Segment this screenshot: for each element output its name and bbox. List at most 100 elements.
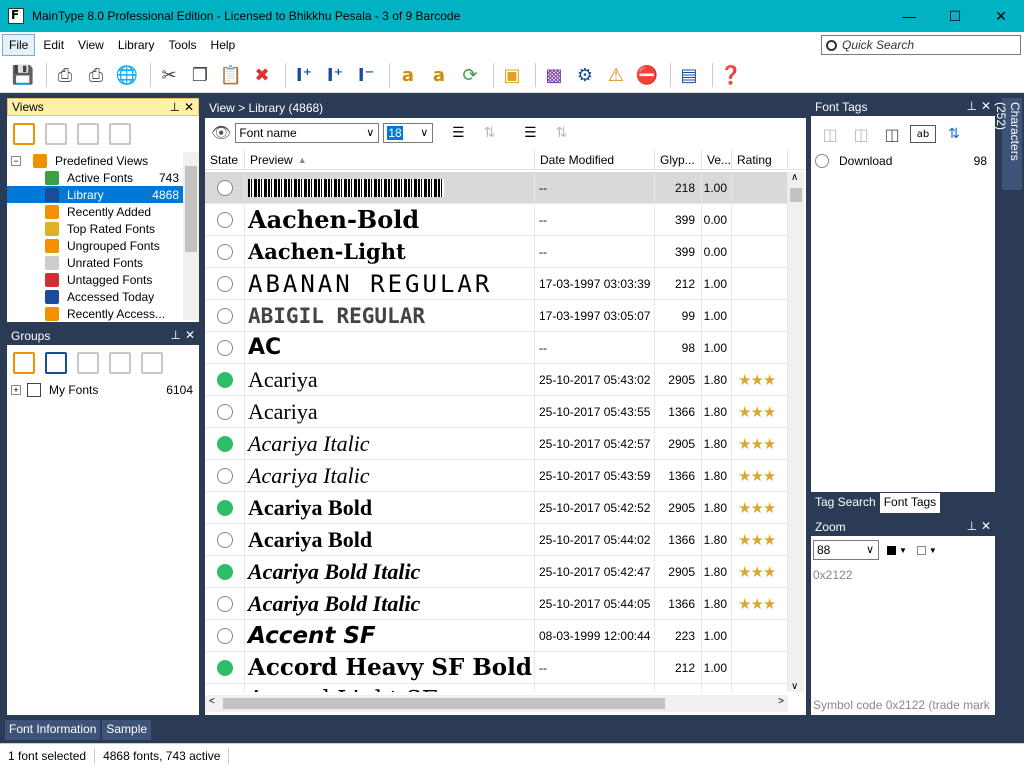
menu-help[interactable]: Help — [205, 35, 242, 55]
scroll-down-icon[interactable]: ∨ — [791, 681, 798, 692]
font-row[interactable]: Acariya Italic 25-10-2017 05:42:57 2905 1.8… — [205, 427, 788, 460]
delete-icon[interactable]: ✖ — [249, 62, 275, 88]
collapse-icon[interactable]: − — [11, 155, 21, 166]
font-row[interactable]: Acariya 25-10-2017 05:43:55 1366 1.80 ★★★ — [205, 395, 788, 428]
view-item-recently-added[interactable]: Recently Added — [7, 203, 183, 220]
foreground-color-swatch[interactable] — [887, 545, 896, 555]
menu-tools[interactable]: Tools — [163, 35, 203, 55]
inactive-state-icon[interactable] — [216, 275, 233, 292]
refresh-folder-icon[interactable]: ⟳ — [457, 62, 483, 88]
rating-cell[interactable]: ★★★ — [732, 523, 788, 556]
column-date-modified[interactable]: Date Modified — [535, 150, 655, 169]
cut-icon[interactable]: ✂ — [156, 62, 182, 88]
tab-font-information[interactable]: Font Information — [5, 720, 101, 740]
tab-font-tags[interactable]: Font Tags — [879, 493, 941, 513]
font-row[interactable]: Acariya Bold 25-10-2017 05:42:52 2905 1.80 ★… — [205, 491, 788, 524]
font-row[interactable]: Accord Heavy SF Bold -- 212 1.00 — [205, 651, 788, 684]
library-icon[interactable]: ▩ — [541, 62, 567, 88]
view-item-accessed-today[interactable]: Accessed Today — [7, 288, 183, 305]
column-preview[interactable]: Preview ▲ — [245, 150, 535, 169]
inactive-state-icon[interactable] — [216, 627, 233, 644]
view-item-library[interactable]: Library 4868 — [7, 186, 183, 203]
add-font-icon[interactable]: a — [395, 62, 421, 88]
active-state-icon[interactable] — [216, 371, 233, 388]
tag-add-icon[interactable]: ◫ — [817, 121, 843, 147]
font-row[interactable]: Accord Light SF 08-03-1999 12:00:222111.0… — [205, 683, 788, 692]
save-icon[interactable]: 💾 — [10, 62, 36, 88]
view-item-ungrouped-fonts[interactable]: Ungrouped Fonts — [7, 237, 183, 254]
font-row[interactable]: Acariya Bold 25-10-2017 05:44:02 1366 1.80 ★… — [205, 523, 788, 556]
rating-cell[interactable]: ★★★ — [732, 459, 788, 492]
close-icon[interactable]: ✕ — [184, 100, 194, 114]
pin-icon[interactable]: ⊥ — [171, 328, 181, 342]
rename-icon[interactable]: ab — [910, 125, 936, 143]
chevron-down-icon[interactable]: ▼ — [929, 546, 937, 555]
view-item-active-fonts[interactable]: Active Fonts 743 — [7, 169, 183, 186]
rating-cell[interactable]: ★★★ — [732, 555, 788, 588]
menu-edit[interactable]: Edit — [37, 35, 70, 55]
active-state-icon[interactable] — [216, 659, 233, 676]
group-item-my-fonts[interactable]: + My Fonts 6104 — [7, 381, 197, 398]
rating-cell[interactable]: ★★★ — [732, 491, 788, 524]
font-row[interactable]: ABANAN REGULAR 17-03-1997 03:03:39 212 1.00 — [205, 267, 788, 300]
print-icon[interactable]: ⎙ — [83, 62, 109, 88]
copy-icon[interactable]: ❐ — [187, 62, 213, 88]
font-row[interactable]: ABIGIL REGULAR 17-03-1997 03:05:07 99 1.00 — [205, 299, 788, 332]
inactive-state-icon[interactable] — [216, 179, 233, 196]
sort-za-icon[interactable]: ⇅ — [548, 120, 574, 146]
font-row[interactable]: Aachen-Light -- 399 0.00 — [205, 235, 788, 268]
active-state-icon[interactable] — [216, 499, 233, 516]
scroll-right-icon[interactable]: > — [778, 696, 784, 707]
print-preview-icon[interactable]: ⎙ — [52, 62, 78, 88]
menu-view[interactable]: View — [72, 35, 110, 55]
scroll-thumb[interactable] — [790, 188, 802, 202]
pin-icon[interactable]: ⊥ — [967, 519, 977, 533]
close-button[interactable]: ✕ — [978, 0, 1024, 32]
quick-search-input[interactable]: Quick Search — [821, 35, 1021, 55]
inactive-state-icon[interactable] — [216, 339, 233, 356]
tag-item-download[interactable]: Download 98 — [815, 152, 991, 169]
characters-tab[interactable]: Characters (252) — [994, 98, 1022, 190]
close-icon[interactable]: ✕ — [185, 328, 195, 342]
inactive-state-icon[interactable] — [216, 403, 233, 420]
group-list-icon[interactable]: ☰ — [517, 120, 543, 146]
remove-tag-icon[interactable]: I⁻ — [353, 62, 379, 88]
inactive-state-icon[interactable] — [216, 211, 233, 228]
tag-checkbox[interactable] — [815, 153, 829, 168]
inactive-state-icon[interactable] — [216, 243, 233, 260]
sort-icon[interactable]: ⇅ — [941, 121, 967, 147]
copy-view-icon[interactable] — [77, 123, 99, 145]
remove-library-icon[interactable]: ⛔ — [634, 62, 660, 88]
view-item-unrated-fonts[interactable]: Unrated Fonts — [7, 254, 183, 271]
rating-cell[interactable] — [732, 651, 788, 684]
zoom-size-select[interactable]: 88 ∨ — [813, 540, 879, 560]
font-list-hscrollbar[interactable]: < > — [205, 695, 788, 712]
font-row[interactable]: -- 218 1.00 — [205, 172, 788, 204]
font-row[interactable]: Accent SF 08-03-1999 12:00:44 223 1.00 — [205, 619, 788, 652]
close-icon[interactable]: ✕ — [981, 99, 991, 113]
rating-cell[interactable] — [732, 619, 788, 652]
inactive-state-icon[interactable] — [216, 307, 233, 324]
view-item-recently-access[interactable]: Recently Access... — [7, 305, 183, 322]
paste-icon[interactable]: 📋 — [218, 62, 244, 88]
active-state-icon[interactable] — [216, 435, 233, 452]
package-icon[interactable]: ▣ — [499, 62, 525, 88]
new-group-icon[interactable] — [45, 352, 67, 374]
tab-tag-search[interactable]: Tag Search — [811, 493, 880, 513]
pin-icon[interactable]: ⊥ — [170, 100, 180, 114]
add-group-icon[interactable] — [13, 352, 35, 374]
rating-cell[interactable] — [732, 331, 788, 364]
scroll-left-icon[interactable]: < — [209, 696, 215, 707]
web-icon[interactable]: 🌐 — [114, 62, 140, 88]
expand-icon[interactable]: + — [11, 384, 21, 395]
rating-cell[interactable] — [732, 299, 788, 332]
edit-view-icon[interactable] — [45, 123, 67, 145]
column-glyphs[interactable]: Glyp... — [655, 150, 702, 169]
scroll-thumb[interactable] — [185, 166, 197, 252]
rating-cell[interactable]: ★★★ — [732, 363, 788, 396]
font-row[interactable]: AC -- 98 1.00 — [205, 331, 788, 364]
tag-edit-icon[interactable]: ◫ — [879, 121, 905, 147]
view-item-top-rated-fonts[interactable]: Top Rated Fonts — [7, 220, 183, 237]
rating-cell[interactable] — [732, 683, 788, 692]
inactive-state-icon[interactable] — [216, 531, 233, 548]
